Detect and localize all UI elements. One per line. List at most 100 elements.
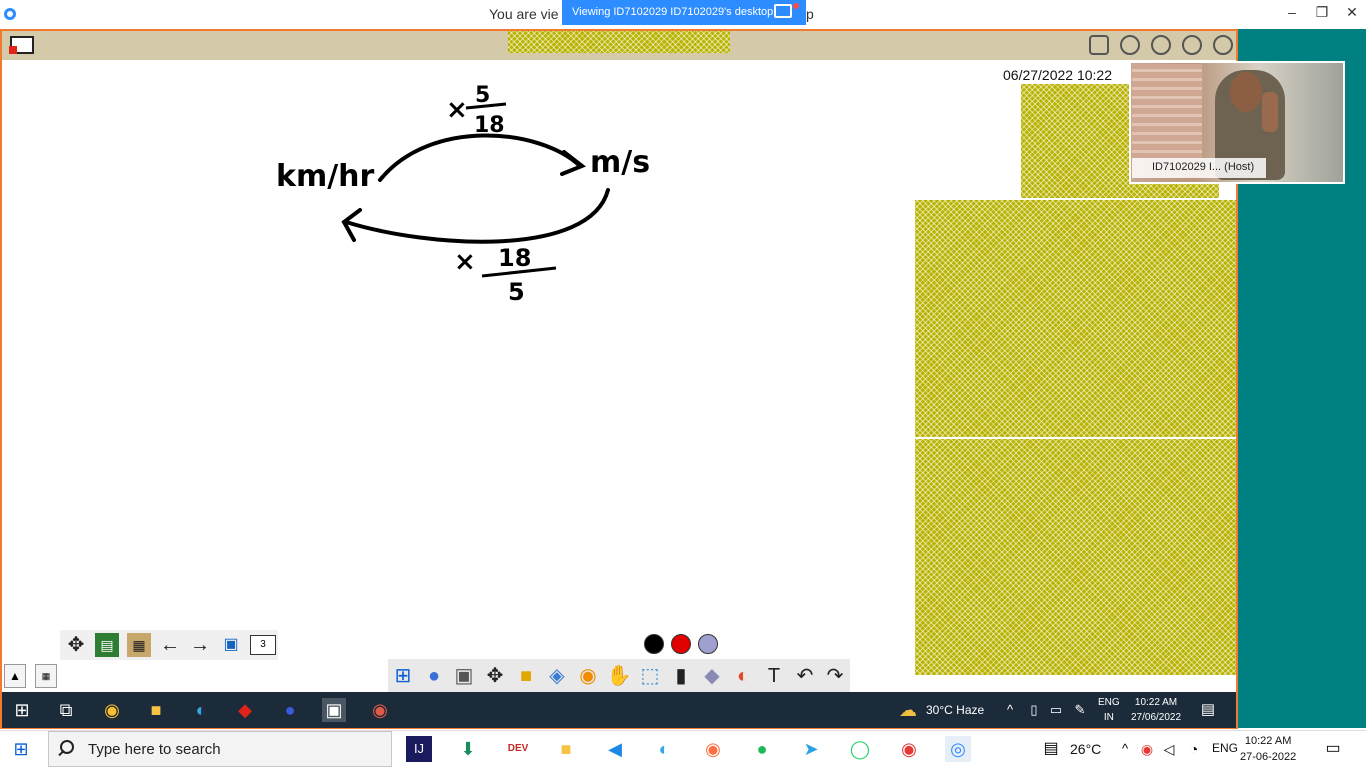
chrome-profile-icon[interactable]: ◉ (368, 698, 392, 722)
zoom-icon[interactable]: ◎ (945, 736, 971, 762)
tray-device-icon[interactable]: ▯ (1022, 698, 1046, 722)
top-fraction-bar (465, 102, 507, 110)
image-icon[interactable]: ▲ (4, 664, 26, 688)
task-view-icon[interactable]: ⧉ (54, 698, 78, 722)
edge-icon[interactable]: ◐ (651, 736, 677, 762)
screen-share-icon[interactable] (774, 4, 792, 18)
unit-kmhr: km/hr (276, 159, 375, 194)
bell-icon[interactable] (1089, 35, 1109, 55)
participants-icon[interactable]: ● (421, 663, 447, 689)
browser-icon[interactable]: ◉ (575, 663, 601, 689)
spotify-icon[interactable]: ● (749, 736, 775, 762)
shapes-icon[interactable]: ◐ (730, 663, 756, 689)
color-red[interactable] (671, 634, 691, 654)
restore-button[interactable]: ❐ (1310, 4, 1334, 24)
host-name-label: ID7102029 I... (Host) (1132, 158, 1266, 178)
hand-icon[interactable]: ✋ (606, 663, 632, 689)
firefox-icon[interactable]: ◉ (700, 736, 726, 762)
vscode-icon[interactable]: ◀ (602, 736, 628, 762)
whatsapp-icon[interactable]: ◯ (847, 736, 873, 762)
top-numerator: 5 (475, 83, 490, 108)
windows-icon[interactable]: ⊞ (390, 663, 416, 689)
language[interactable]: ENG (1212, 741, 1238, 755)
viewing-badge-label: Viewing ID7102029 ID7102029's desktop (572, 6, 774, 18)
redo-icon[interactable]: ↷ (822, 663, 848, 689)
chrome-icon[interactable]: ◉ (100, 698, 124, 722)
restore-circle-icon[interactable] (1182, 35, 1202, 55)
gear-icon[interactable] (1120, 35, 1140, 55)
tray-chevron-icon[interactable]: ^ (998, 698, 1022, 722)
undo-icon[interactable]: ↶ (792, 663, 818, 689)
news-icon[interactable]: ▤ (1038, 736, 1064, 762)
devcpp-icon[interactable]: DEV (505, 736, 531, 762)
screenshot-icon[interactable]: ▣ (451, 663, 477, 689)
arrowhead-right (560, 150, 586, 176)
pan-icon[interactable]: ✥ (482, 663, 508, 689)
wifi-icon[interactable]: ◔ (1181, 736, 1207, 762)
bottom-denominator: 5 (508, 278, 525, 306)
top-denominator: 18 (474, 113, 505, 138)
minimize-button[interactable]: – (1280, 4, 1304, 24)
add-page-icon[interactable]: ▣ (219, 633, 243, 657)
recording-dot-icon (793, 3, 799, 9)
remote-language-region: IN (1103, 712, 1114, 723)
marker-icon[interactable]: ▮ (668, 663, 694, 689)
file-explorer-icon[interactable]: ■ (144, 698, 168, 722)
page-number[interactable]: 3 (250, 635, 276, 655)
pdf-icon[interactable]: ◆ (233, 698, 257, 722)
arrow-to-ms (378, 133, 582, 182)
webex-icon[interactable]: ● (278, 698, 302, 722)
zoom-logo-icon (4, 8, 16, 20)
clipboard-icon[interactable]: ▦ (127, 633, 151, 657)
host-video-face (1230, 72, 1262, 112)
date: 27-06-2022 (1240, 751, 1297, 763)
previous-page-icon[interactable]: ← (158, 633, 182, 657)
remote-weather[interactable]: 30°C Haze (926, 703, 984, 717)
remote-time: 10:22 AM (1134, 697, 1178, 708)
color-lavender[interactable] (698, 634, 718, 654)
viewing-options-button[interactable]: Viewing ID7102029 ID7102029's desktop (562, 0, 806, 25)
chrome-icon[interactable]: ◉ (896, 736, 922, 762)
pen-icon[interactable]: ✎ (1068, 698, 1092, 722)
intellij-icon[interactable]: IJ (406, 736, 432, 762)
remote-language-code: ENG (1098, 697, 1120, 708)
app-logo-badge-icon (9, 46, 17, 54)
close-button[interactable]: ✕ (1340, 4, 1364, 24)
notification-icon[interactable]: ▭ (1320, 736, 1346, 762)
installer-icon[interactable]: ⬇ (455, 736, 481, 762)
battery-icon[interactable]: ▭ (1044, 698, 1068, 722)
remote-language[interactable]: ENG IN (1098, 695, 1120, 725)
eraser-icon[interactable]: ◆ (699, 663, 725, 689)
board-icon[interactable]: ▤ (95, 633, 119, 657)
move-icon[interactable]: ✥ (64, 633, 88, 657)
remote-clock[interactable]: 10:22 AM 27/06/2022 (1131, 695, 1181, 725)
board-date-time: 06/27/2022 10:22 (1003, 67, 1112, 83)
host-video-hand (1262, 92, 1278, 132)
masked-region (508, 31, 730, 53)
edge-icon[interactable]: ◐ (189, 698, 213, 722)
bottom-numerator: 18 (498, 244, 531, 272)
gallery-icon[interactable]: ▦ (35, 664, 57, 688)
next-page-icon[interactable]: → (188, 633, 212, 657)
volume-icon[interactable]: ◁ (1156, 736, 1182, 762)
search-placeholder: Type here to search (88, 741, 221, 758)
box-icon[interactable]: ◈ (544, 663, 570, 689)
select-icon[interactable]: ⬚ (637, 663, 663, 689)
text-icon[interactable]: T (761, 663, 787, 689)
close-circle-icon[interactable] (1213, 35, 1233, 55)
notification-icon[interactable]: ▤ (1196, 698, 1220, 722)
file-explorer-icon[interactable]: ■ (553, 736, 579, 762)
start-icon[interactable]: ⊞ (10, 738, 32, 760)
folder-icon[interactable]: ■ (513, 663, 539, 689)
telegram-icon[interactable]: ➤ (798, 736, 824, 762)
remote-start-icon[interactable]: ⊞ (10, 698, 34, 722)
clock[interactable]: 10:22 AM 27-06-2022 (1240, 733, 1296, 765)
bottom-multiply-sign: × (454, 247, 476, 277)
minimize-circle-icon[interactable] (1151, 35, 1171, 55)
color-black[interactable] (644, 634, 664, 654)
temperature[interactable]: 26°C (1070, 741, 1101, 757)
viewing-text: You are vie (489, 6, 559, 22)
unit-ms: m/s (590, 145, 650, 180)
whiteboard-task-icon[interactable]: ▣ (322, 698, 346, 722)
remote-date: 27/06/2022 (1131, 712, 1182, 723)
